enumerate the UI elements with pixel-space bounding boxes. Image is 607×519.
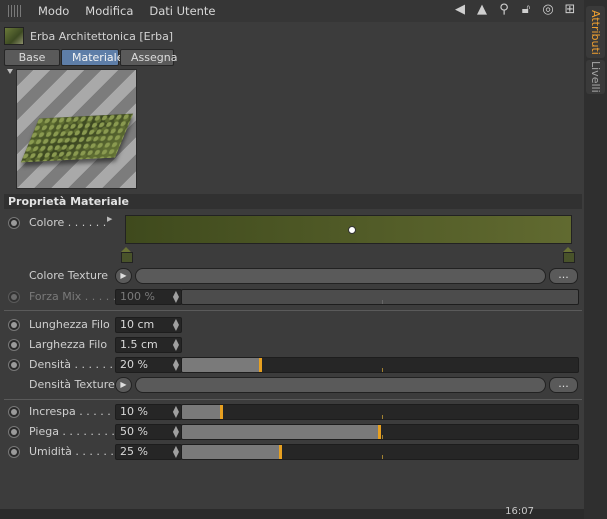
densita-field[interactable]: 20 % ▲ ▼	[115, 357, 182, 373]
row-increspa: Increspa . . . . . . 10 % ▲ ▼	[4, 403, 582, 421]
row-lunghezza-filo: Lunghezza Filo 10 cm ▲ ▼	[4, 316, 582, 334]
larghezza-filo-label: Larghezza Filo	[29, 338, 108, 351]
grass-patch-preview	[20, 113, 134, 163]
piega-value: 50 %	[120, 425, 148, 438]
row-colore-texture: Colore Texture ▶ ...	[4, 267, 582, 285]
up-arrow-icon[interactable]: ▲	[474, 2, 490, 17]
gradient-midpoint-handle[interactable]	[348, 226, 356, 234]
spin-arrows-icon[interactable]: ▲ ▼	[173, 405, 179, 419]
menu-modifica[interactable]: Modifica	[77, 4, 141, 18]
forza-mix-field[interactable]: 100 % ▲ ▼	[115, 289, 182, 305]
animate-radio[interactable]	[8, 426, 20, 438]
section-title: Proprietà Materiale	[4, 194, 582, 209]
umidita-value: 25 %	[120, 445, 148, 458]
densita-slider[interactable]	[181, 357, 579, 373]
piega-label: Piega . . . . . . . . .	[29, 425, 122, 438]
animate-radio[interactable]	[8, 291, 20, 303]
row-larghezza-filo: Larghezza Filo 1.5 cm ▲ ▼	[4, 336, 582, 354]
tab-livelli[interactable]: Livelli	[586, 60, 605, 94]
preview-collapse-icon[interactable]	[7, 69, 13, 74]
new-panel-icon[interactable]: ⊞	[562, 2, 578, 17]
increspa-slider[interactable]	[181, 404, 579, 420]
gradient-knot-start[interactable]	[121, 247, 133, 263]
forza-mix-value: 100 %	[120, 290, 155, 303]
forza-mix-label: Forza Mix . . . . .	[29, 290, 117, 303]
tab-attributi[interactable]: Attributi	[586, 6, 605, 58]
increspa-value: 10 %	[120, 405, 148, 418]
colore-texture-slot[interactable]	[135, 268, 546, 284]
back-arrow-icon[interactable]: ◀	[452, 2, 468, 17]
gradient-knot-end[interactable]	[563, 247, 575, 263]
menu-modo[interactable]: Modo	[30, 4, 77, 18]
lunghezza-filo-value: 10 cm	[120, 318, 155, 331]
menu-icon-group: ◀ ▲ ⚲ 🔓︎ ◎ ⊞	[452, 2, 578, 17]
spin-arrows-icon[interactable]: ▲ ▼	[173, 318, 179, 332]
densita-texture-slot[interactable]	[135, 377, 546, 393]
densita-value: 20 %	[120, 358, 148, 371]
increspa-field[interactable]: 10 % ▲ ▼	[115, 404, 182, 420]
spin-arrows-icon[interactable]: ▲ ▼	[173, 445, 179, 459]
animate-radio[interactable]	[8, 406, 20, 418]
animate-radio[interactable]	[8, 446, 20, 458]
status-time: 16:07	[505, 506, 534, 517]
colore-expand-icon[interactable]: ▶	[107, 215, 112, 223]
object-thumbnail	[4, 27, 24, 45]
increspa-label: Increspa . . . . . .	[29, 405, 118, 418]
larghezza-filo-field[interactable]: 1.5 cm ▲ ▼	[115, 337, 182, 353]
row-piega: Piega . . . . . . . . . 50 % ▲ ▼	[4, 423, 582, 441]
umidita-field[interactable]: 25 % ▲ ▼	[115, 444, 182, 460]
colore-texture-label: Colore Texture	[29, 269, 109, 282]
panel-grip-icon[interactable]	[8, 5, 22, 17]
target-icon[interactable]: ◎	[540, 2, 556, 17]
animate-radio[interactable]	[8, 217, 20, 229]
menu-dati-utente[interactable]: Dati Utente	[141, 4, 223, 18]
animate-radio[interactable]	[8, 339, 20, 351]
divider	[4, 310, 582, 311]
spin-arrows-icon[interactable]: ▲ ▼	[173, 338, 179, 352]
piega-slider[interactable]	[181, 424, 579, 440]
material-preview	[16, 69, 137, 189]
colore-label: Colore . . . . . .	[29, 216, 107, 229]
tab-assegna[interactable]: Assegna	[120, 49, 177, 66]
texture-menu-icon[interactable]: ▶	[115, 268, 132, 284]
animate-radio[interactable]	[8, 319, 20, 331]
umidita-label: Umidità . . . . . . .	[29, 445, 121, 458]
densita-texture-label: Densità Texture	[29, 378, 115, 391]
lock-icon[interactable]: 🔓︎	[518, 2, 534, 17]
tab-materiale[interactable]: Materiale	[61, 49, 123, 66]
tab-base[interactable]: Base	[4, 49, 60, 66]
attributes-panel: Erba Architettonica [Erba] Base Material…	[4, 22, 582, 509]
row-umidita: Umidità . . . . . . . 25 % ▲ ▼	[4, 443, 582, 461]
status-bar: 16:07	[0, 506, 584, 519]
colore-texture-browse-button[interactable]: ...	[549, 268, 578, 284]
object-title: Erba Architettonica [Erba]	[30, 29, 174, 43]
row-forza-mix: Forza Mix . . . . . 100 % ▲ ▼	[4, 288, 582, 306]
row-densita-texture: Densità Texture ▶ ...	[4, 376, 582, 394]
forza-mix-slider[interactable]	[181, 289, 579, 305]
color-gradient-bar[interactable]	[125, 215, 572, 244]
spin-arrows-icon[interactable]: ▲ ▼	[173, 358, 179, 372]
larghezza-filo-value: 1.5 cm	[120, 338, 158, 351]
umidita-slider[interactable]	[181, 444, 579, 460]
menubar: Modo Modifica Dati Utente ◀ ▲ ⚲ 🔓︎ ◎ ⊞	[0, 0, 584, 22]
row-densita: Densità . . . . . . . 20 % ▲ ▼	[4, 356, 582, 374]
densita-texture-browse-button[interactable]: ...	[549, 377, 578, 393]
tab-livelli-label: Livelli	[589, 61, 602, 93]
tab-bar: Base Materiale Assegna	[4, 49, 177, 66]
object-header: Erba Architettonica [Erba]	[4, 26, 173, 46]
animate-radio[interactable]	[8, 359, 20, 371]
spin-arrows-icon[interactable]: ▲ ▼	[173, 290, 179, 304]
densita-label: Densità . . . . . . .	[29, 358, 121, 371]
lunghezza-filo-label: Lunghezza Filo	[29, 318, 110, 331]
side-tab-strip: Attributi Livelli	[584, 0, 607, 519]
spin-arrows-icon[interactable]: ▲ ▼	[173, 425, 179, 439]
piega-field[interactable]: 50 % ▲ ▼	[115, 424, 182, 440]
lunghezza-filo-field[interactable]: 10 cm ▲ ▼	[115, 317, 182, 333]
divider	[4, 399, 582, 400]
tab-attributi-label: Attributi	[589, 9, 602, 55]
texture-menu-icon[interactable]: ▶	[115, 377, 132, 393]
search-icon[interactable]: ⚲	[496, 2, 512, 17]
